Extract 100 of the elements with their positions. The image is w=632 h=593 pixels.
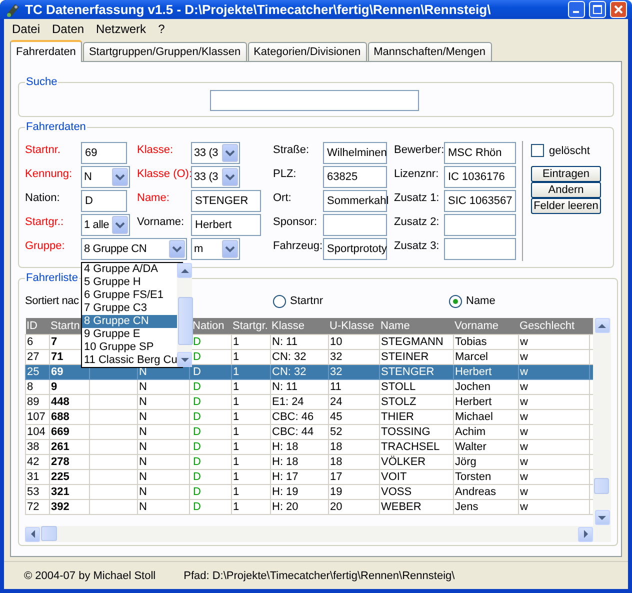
scroll-up-button[interactable] <box>177 263 192 278</box>
text-field[interactable]: Sommerkahl <box>323 190 387 212</box>
close-button[interactable] <box>610 1 627 18</box>
scrollbar-thumb[interactable] <box>178 297 194 345</box>
dropdown-button[interactable] <box>222 168 238 186</box>
field-label: Straße: <box>272 143 310 158</box>
table-cell: D <box>190 334 232 350</box>
text-field[interactable]: Sportprototy <box>323 238 387 260</box>
text-field[interactable]: Herbert <box>191 214 261 236</box>
table-cell: D <box>190 470 232 484</box>
chevron-down-icon <box>115 221 125 229</box>
column-header[interactable]: Geschlecht <box>518 318 590 334</box>
field-label: Kennung: <box>25 167 74 182</box>
scrollbar[interactable] <box>593 318 611 542</box>
field-label: Sponsor: <box>272 215 318 230</box>
status-text: © 2004-07 by Michael Stoll <box>24 570 156 582</box>
dropdown-button[interactable] <box>112 168 128 186</box>
dropdown-field[interactable]: 33 (3 <box>191 142 240 164</box>
group-title: Fahrerdaten <box>25 121 87 133</box>
text-field[interactable]: SIC 1063567 <box>444 190 516 212</box>
tab[interactable]: Fahrerdaten <box>10 40 82 62</box>
table-cell: D <box>190 364 232 380</box>
action-button[interactable]: Eintragen <box>531 166 601 182</box>
table-cell: TRACHSEL <box>380 440 454 454</box>
radio-dot-icon <box>453 298 458 304</box>
dropdown-field[interactable]: 1 alle <box>81 214 130 236</box>
dropdown-button[interactable] <box>169 240 185 258</box>
text-field[interactable] <box>444 238 516 260</box>
text-field[interactable]: IC 1036176 <box>444 166 516 188</box>
tab[interactable]: Kategorien/Divisionen <box>248 42 367 61</box>
menu-item[interactable]: Datei <box>6 22 46 36</box>
column-header[interactable]: U-Klasse <box>328 318 380 334</box>
menu-item[interactable]: Daten <box>46 22 90 36</box>
table-cell: N <box>138 424 190 440</box>
list-option[interactable]: 5 Gruppe H <box>82 276 178 289</box>
action-button[interactable]: Felder leeren <box>531 198 601 214</box>
scrollbar[interactable] <box>177 263 192 367</box>
text-field[interactable]: MSC Rhön <box>444 142 516 164</box>
table-cell: Michael <box>454 410 518 424</box>
group-title: Suche <box>25 76 58 88</box>
text-field[interactable] <box>444 214 516 236</box>
table-cell: 10 <box>328 334 380 350</box>
minimize-button[interactable] <box>568 1 585 18</box>
table-cell: 669 <box>50 424 90 440</box>
table-cell: THIER <box>380 410 454 424</box>
action-button[interactable]: Andern <box>531 182 601 198</box>
radio-button[interactable] <box>449 294 462 308</box>
table-cell: 6 <box>26 334 50 350</box>
table-cell: Achim <box>454 424 518 440</box>
table-cell: 17 <box>328 470 380 484</box>
menu-item[interactable]: Netzwerk <box>90 22 152 36</box>
table-cell: N <box>138 394 190 410</box>
field-label: Fahrzeug: <box>272 239 323 254</box>
scrollbar-thumb[interactable] <box>41 526 57 541</box>
maximize-button[interactable] <box>589 1 606 18</box>
text-field[interactable]: D <box>81 190 127 212</box>
list-option[interactable]: 7 Gruppe C3 <box>82 302 178 315</box>
table-cell: Torsten <box>454 470 518 484</box>
list-option[interactable]: 6 Gruppe FS/E1 <box>82 289 178 302</box>
dropdown-button[interactable] <box>222 144 238 162</box>
table-cell: 1 <box>232 484 270 500</box>
tab[interactable]: Mannschaften/Mengen <box>368 42 492 61</box>
text-field[interactable]: Wilhelminen <box>323 142 387 164</box>
scroll-up-button[interactable] <box>594 318 610 333</box>
text-field[interactable]: 69 <box>81 142 127 164</box>
radio-button[interactable] <box>273 294 286 308</box>
column-header[interactable]: Startgr. <box>232 318 270 334</box>
column-header[interactable]: Name <box>380 318 454 334</box>
column-header[interactable]: Klasse <box>270 318 328 334</box>
table-cell: N: 11 <box>270 380 328 394</box>
table-cell: D <box>190 424 232 440</box>
search-field[interactable] <box>210 90 419 111</box>
list-option[interactable]: 8 Gruppe CN <box>82 315 178 328</box>
scroll-right-button[interactable] <box>578 526 593 542</box>
text-field[interactable] <box>323 214 387 236</box>
close-icon <box>614 5 623 14</box>
text-field[interactable]: STENGER <box>191 190 261 212</box>
table-cell: 1 <box>232 350 270 364</box>
dropdown-button[interactable] <box>222 240 238 258</box>
table-cell: 89 <box>26 394 50 410</box>
menu-item[interactable]: ? <box>152 22 171 36</box>
table-cell: 20 <box>328 500 380 514</box>
scroll-down-button[interactable] <box>594 510 610 525</box>
tab[interactable]: Startgruppen/Gruppen/Klassen <box>82 42 247 61</box>
scrollbar[interactable] <box>25 526 593 542</box>
checkbox[interactable] <box>531 144 544 157</box>
table-cell: D <box>190 410 232 424</box>
text-field[interactable]: 63825 <box>323 166 387 188</box>
column-header[interactable]: ID <box>26 318 50 334</box>
scroll-left-button[interactable] <box>25 526 40 542</box>
dropdown-field[interactable]: 33 (3 <box>191 166 240 188</box>
scrollbar-thumb[interactable] <box>594 478 609 494</box>
chevron-down-icon <box>225 149 235 157</box>
dropdown-field[interactable]: m <box>191 238 240 260</box>
list-option[interactable]: 4 Gruppe A/DA <box>82 263 178 276</box>
scroll-down-button[interactable] <box>177 352 192 367</box>
column-header[interactable]: Vorname <box>454 318 518 334</box>
dropdown-button[interactable] <box>112 216 128 234</box>
dropdown-field[interactable]: N <box>81 166 130 188</box>
table-cell: 52 <box>328 424 380 440</box>
